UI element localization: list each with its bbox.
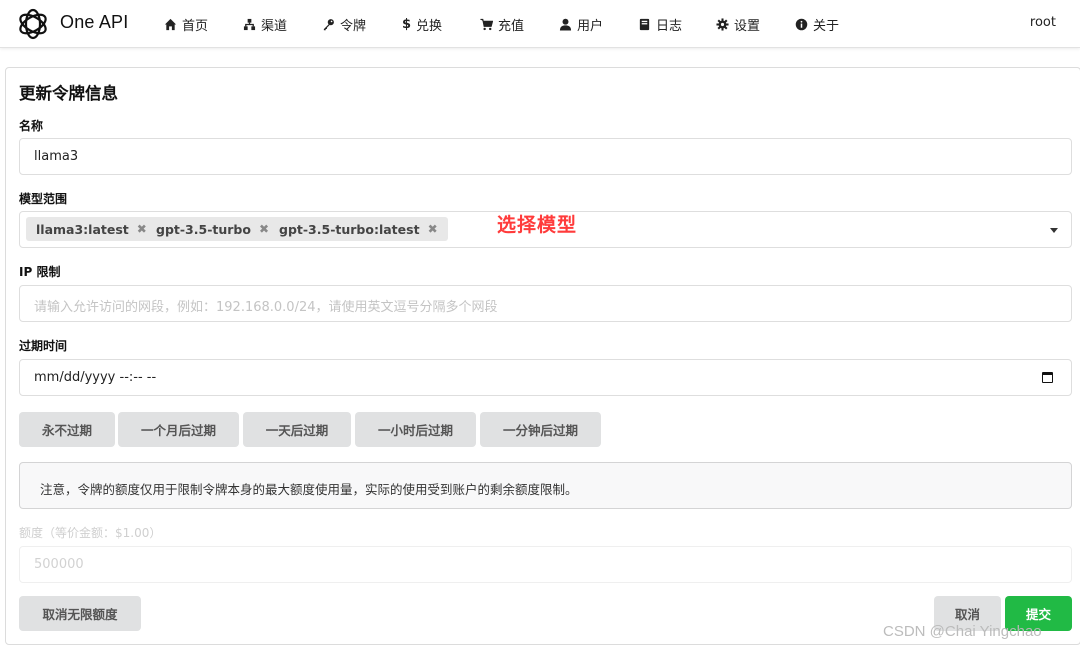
expire-label: 过期时间 [19,339,68,353]
watermark: CSDN @Chai Yingchao [883,623,1042,640]
page-title: 更新令牌信息 [19,84,118,103]
ip-input[interactable]: 请输入允许访问的网段，例如：192.168.0.0/24，请使用英文逗号分隔多个… [19,285,1072,322]
nav-label: 充值 [498,18,525,34]
expire-one-minute-button[interactable]: 一分钟后过期 [480,412,601,447]
model-tag-label: llama3:latest [36,221,129,237]
nav-label: 设置 [734,18,761,34]
key-icon [323,18,334,30]
expire-one-day-button[interactable]: 一天后过期 [243,412,351,447]
book-icon [639,18,650,30]
top-navbar: One API 首页 渠道 令牌 $ 兑换 充值 用户 日志 设置 关于 roo… [0,0,1080,48]
quota-input[interactable]: 500000 [19,546,1072,583]
brand-name[interactable]: One API [60,12,128,33]
calendar-icon[interactable] [1042,372,1053,383]
expire-datetime-input[interactable]: mm/dd/yyyy --:-- -- [19,359,1072,396]
ip-label: IP 限制 [19,265,61,279]
ip-input-placeholder: 请输入允许访问的网段，例如：192.168.0.0/24，请使用英文逗号分隔多个… [34,300,498,315]
nav-item-redeem[interactable]: $ 兑换 [402,15,443,34]
user-icon [559,18,572,31]
model-tag: gpt-3.5-turbo ✖ [146,217,280,241]
model-tag: llama3:latest ✖ [26,217,157,241]
nav-label: 令牌 [340,18,367,34]
dropdown-caret-icon[interactable] [1050,228,1058,233]
never-expire-button[interactable]: 永不过期 [19,412,115,447]
user-menu[interactable]: root [1030,15,1056,30]
expire-one-month-button[interactable]: 一个月后过期 [118,412,239,447]
nav-label: 兑换 [416,18,443,34]
models-label: 模型范围 [19,192,68,206]
nav-label: 渠道 [261,18,288,34]
red-annotation: 选择模型 [497,214,578,236]
nav-item-tokens[interactable]: 令牌 [322,15,367,34]
nav-label: 首页 [182,18,209,34]
nav-label: 关于 [813,18,840,34]
sitemap-icon [243,18,256,30]
nav-item-channels[interactable]: 渠道 [243,15,288,34]
name-input-value: llama3 [34,149,79,164]
remove-tag-icon[interactable]: ✖ [259,222,269,236]
notice-text: 注意，令牌的额度仅用于限制令牌本身的最大额度使用量，实际的使用受到账户的剩余额度… [40,482,578,497]
model-tag-label: gpt-3.5-turbo [156,221,251,237]
home-icon [164,18,177,30]
gear-icon [716,17,729,31]
cancel-unlimited-quota-button[interactable]: 取消无限额度 [19,596,141,631]
nav-item-home[interactable]: 首页 [164,15,209,34]
nav-item-settings[interactable]: 设置 [716,15,761,34]
name-input[interactable]: llama3 [19,138,1072,175]
nav-item-logs[interactable]: 日志 [638,15,683,34]
quota-label: 额度（等价金额：$1.00） [19,526,162,540]
name-label: 名称 [19,119,44,133]
openai-logo-icon[interactable] [16,7,50,41]
expire-input-value: mm/dd/yyyy --:-- -- [34,370,157,385]
model-tag: gpt-3.5-turbo:latest ✖ [269,217,448,241]
quota-input-value: 500000 [34,557,84,572]
info-icon [795,18,808,30]
nav-item-users[interactable]: 用户 [559,15,604,34]
nav-label: 日志 [656,18,683,34]
nav-label: 用户 [577,18,604,34]
quota-notice: 注意，令牌的额度仅用于限制令牌本身的最大额度使用量，实际的使用受到账户的剩余额度… [19,462,1072,509]
dollar-icon: $ [402,16,412,32]
expire-one-hour-button[interactable]: 一小时后过期 [355,412,476,447]
model-tag-label: gpt-3.5-turbo:latest [279,221,420,237]
nav-item-about[interactable]: 关于 [795,15,840,34]
nav-item-topup[interactable]: 充值 [480,15,525,34]
remove-tag-icon[interactable]: ✖ [428,222,438,236]
cart-icon [480,18,493,30]
